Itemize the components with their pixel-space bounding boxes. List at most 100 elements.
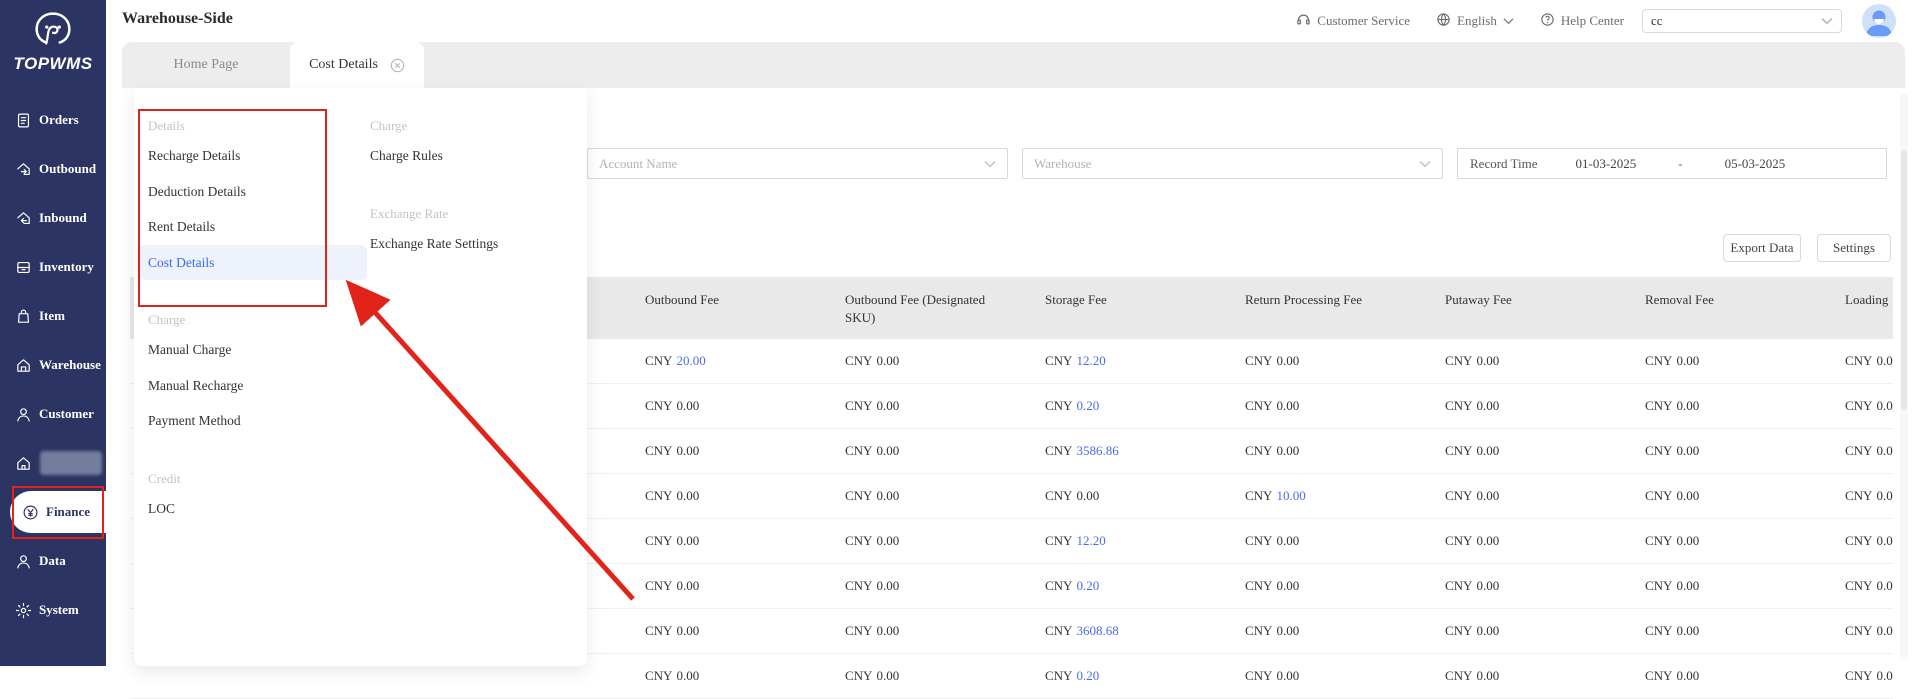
sidebar-item-warehouse[interactable]: Warehouse: [0, 347, 106, 383]
flyout-item-exchange-rate-settings[interactable]: Exchange Rate Settings: [370, 226, 580, 262]
fee-value: 0.00: [1276, 398, 1299, 413]
flyout-item-cost-details[interactable]: Cost Details: [139, 245, 367, 281]
customer-service-link[interactable]: Customer Service: [1296, 12, 1410, 31]
language-switcher[interactable]: English: [1436, 12, 1514, 31]
flyout-item-charge-rules[interactable]: Charge Rules: [370, 138, 580, 174]
fee-value: 0.00: [676, 398, 699, 413]
fee-cell: CNY0.00: [643, 443, 843, 459]
fee-cell: CNY0.00: [1843, 668, 1893, 684]
sidebar-item-data[interactable]: Data: [0, 543, 106, 579]
flyout-item-deduction-details[interactable]: Deduction Details: [148, 174, 364, 210]
fee-cell: CNY0.00: [643, 488, 843, 504]
fee-value: 0.00: [1876, 668, 1893, 683]
flyout-item-recharge-details[interactable]: Recharge Details: [148, 138, 364, 174]
fee-cell: CNY0.00: [1243, 668, 1443, 684]
fee-value[interactable]: 12.20: [1076, 533, 1105, 548]
flyout-item-rent-details[interactable]: Rent Details: [148, 209, 364, 245]
sidebar-item-inbound[interactable]: Inbound: [0, 200, 106, 236]
currency-label: CNY: [845, 533, 872, 548]
sidebar-item-label: Inventory: [39, 259, 94, 275]
fee-value: 0.00: [1676, 668, 1699, 683]
fee-value: 0.00: [676, 623, 699, 638]
date-to-value[interactable]: 05-03-2025: [1725, 156, 1786, 172]
user-avatar[interactable]: [1862, 4, 1896, 38]
flyout-column-1: DetailsRecharge DetailsDeduction Details…: [148, 88, 364, 526]
sidebar-item-item[interactable]: Item: [0, 298, 106, 334]
fee-value[interactable]: 0.20: [1076, 398, 1099, 413]
account-name-placeholder: Account Name: [599, 156, 677, 172]
tab-home-page[interactable]: Home Page: [122, 42, 290, 88]
currency-label: CNY: [845, 443, 872, 458]
currency-label: CNY: [645, 578, 672, 593]
record-time-filter[interactable]: Record Time 01-03-2025 - 05-03-2025: [1457, 148, 1887, 179]
sidebar-item-inventory[interactable]: Inventory: [0, 249, 106, 285]
fee-value[interactable]: 0.20: [1076, 668, 1099, 683]
fee-value: 0.00: [676, 488, 699, 503]
fee-cell: CNY0.20: [1043, 668, 1243, 684]
sidebar-item-finance[interactable]: Finance: [10, 491, 106, 533]
column-header-outbound-fee: Outbound Fee: [643, 277, 843, 339]
question-circle-icon: [1540, 12, 1555, 31]
fee-value[interactable]: 12.20: [1076, 353, 1105, 368]
headset-icon: [1296, 12, 1311, 31]
settings-button[interactable]: Settings: [1817, 234, 1891, 262]
flyout-item-manual-charge[interactable]: Manual Charge: [148, 332, 364, 368]
scrollbar-thumb[interactable]: [1901, 150, 1907, 410]
sidebar-item-label: Finance: [46, 504, 90, 520]
close-tab-icon[interactable]: [390, 58, 405, 73]
currency-label: CNY: [845, 578, 872, 593]
sidebar-item-outbound[interactable]: Outbound: [0, 151, 106, 187]
account-select[interactable]: cc: [1642, 9, 1842, 33]
export-data-button[interactable]: Export Data: [1723, 234, 1801, 262]
vertical-scrollbar[interactable]: [1900, 94, 1908, 660]
warehouse-filter[interactable]: Warehouse: [1022, 148, 1443, 179]
fee-value: 0.00: [876, 623, 899, 638]
fee-value[interactable]: 3608.68: [1076, 623, 1118, 638]
fee-cell: CNY0.00: [1243, 398, 1443, 414]
fee-cell: CNY0.00: [1443, 488, 1643, 504]
currency-label: CNY: [1445, 443, 1472, 458]
fee-value: 0.00: [1876, 623, 1893, 638]
fee-value[interactable]: 0.20: [1076, 578, 1099, 593]
currency-label: CNY: [1445, 623, 1472, 638]
flyout-item-payment-method[interactable]: Payment Method: [148, 403, 364, 439]
currency-label: CNY: [1645, 578, 1672, 593]
currency-label: CNY: [645, 623, 672, 638]
flyout-item-loc[interactable]: LOC: [148, 491, 364, 527]
currency-label: CNY: [1045, 488, 1072, 503]
fee-cell: CNY0.00: [843, 353, 1043, 369]
currency-label: CNY: [1245, 443, 1272, 458]
fee-cell: CNY 0.00: [1843, 533, 1893, 549]
help-center-link[interactable]: Help Center: [1540, 12, 1624, 31]
sidebar-item-hidden[interactable]: [0, 445, 106, 481]
currency-label: CNY: [1445, 488, 1472, 503]
account-name-filter[interactable]: Account Name: [587, 148, 1008, 179]
currency-label: CNY: [1645, 668, 1672, 683]
flyout-column-2: ChargeCharge RulesExchange RateExchange …: [370, 88, 580, 261]
tab-cost-details[interactable]: Cost Details: [290, 42, 424, 88]
warehouse-icon: [15, 357, 32, 374]
fee-cell: CNY0.00: [1443, 398, 1643, 414]
fee-cell: CNY0.20: [1043, 578, 1243, 594]
fee-value: 0.00: [1676, 533, 1699, 548]
date-from-value[interactable]: 01-03-2025: [1576, 156, 1637, 172]
fee-value: 0.00: [676, 578, 699, 593]
fee-value: 0.00: [1676, 488, 1699, 503]
finance-icon: [22, 504, 39, 521]
fee-value[interactable]: 10.00: [1276, 488, 1305, 503]
sidebar-item-orders[interactable]: Orders: [0, 102, 106, 138]
currency-label: CNY: [1845, 398, 1872, 413]
currency-label: CNY: [1045, 623, 1072, 638]
currency-label: CNY: [1245, 488, 1272, 503]
fee-cell: CNY12.20: [1043, 533, 1243, 549]
flyout-item-manual-recharge[interactable]: Manual Recharge: [148, 368, 364, 404]
fee-value: 0.00: [1876, 533, 1893, 548]
help-center-label: Help Center: [1561, 13, 1624, 29]
fee-cell: CNY0.00: [1643, 443, 1843, 459]
column-header-return-processing-fee: Return Processing Fee: [1243, 277, 1443, 339]
fee-value[interactable]: 3586.86: [1076, 443, 1118, 458]
sidebar-item-customer[interactable]: Customer: [0, 396, 106, 432]
fee-value[interactable]: 20.00: [676, 353, 705, 368]
sidebar-item-system[interactable]: System: [0, 592, 106, 628]
currency-label: CNY: [1845, 533, 1872, 548]
